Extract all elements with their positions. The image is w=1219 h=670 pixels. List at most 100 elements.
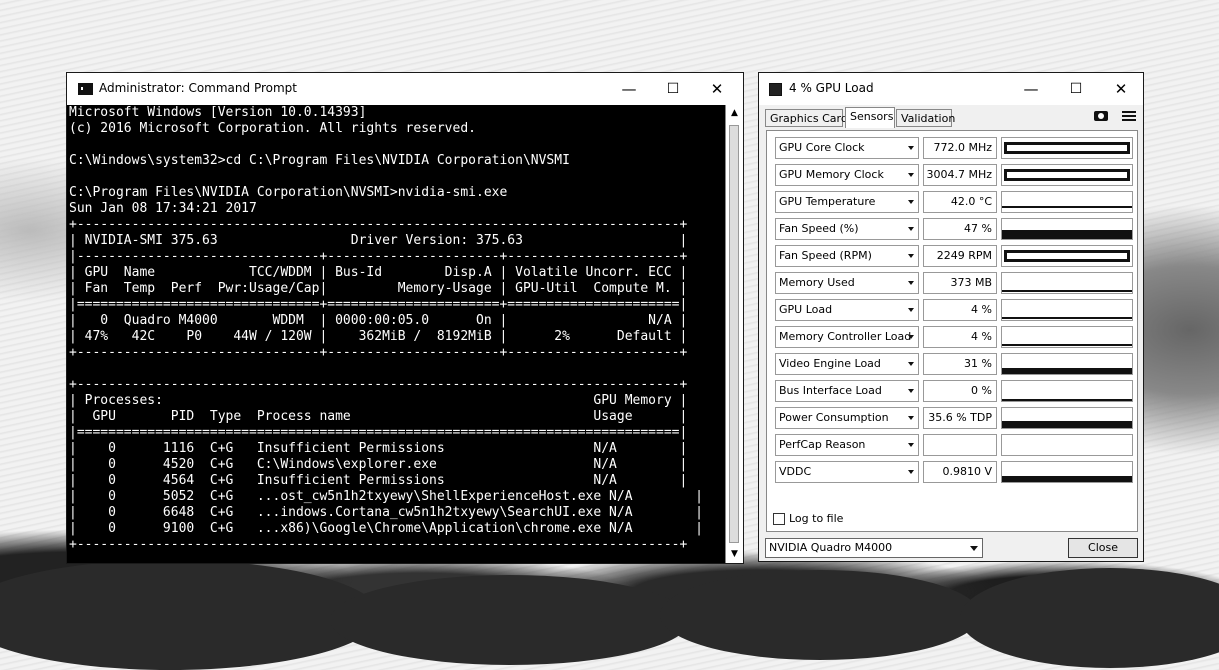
sensor-graph-fill xyxy=(1002,206,1132,208)
chevron-down-icon xyxy=(908,308,914,312)
sensor-name-label: Fan Speed (RPM) xyxy=(779,249,872,262)
sensor-row: GPU Core Clock 772.0 MHz xyxy=(775,137,1133,160)
console-line: | 0 Quadro M4000 WDDM | 0000:00:05.0 On … xyxy=(69,313,688,328)
sensor-graph-fill xyxy=(1002,399,1132,401)
camera-icon[interactable] xyxy=(1094,111,1108,121)
chevron-down-icon xyxy=(908,362,914,366)
sensor-graph xyxy=(1001,407,1133,429)
menu-icon[interactable] xyxy=(1122,109,1136,123)
sensor-value: 42.0 °C xyxy=(923,191,997,213)
sensor-name-label: Video Engine Load xyxy=(779,357,881,370)
scroll-down-icon[interactable]: ▼ xyxy=(726,546,743,563)
sensor-name-dropdown[interactable]: GPU Memory Clock xyxy=(775,164,919,186)
sensor-graph xyxy=(1001,326,1133,348)
sensor-name-label: GPU Load xyxy=(779,303,833,316)
sensor-graph xyxy=(1001,245,1133,267)
sensor-name-dropdown[interactable]: GPU Load xyxy=(775,299,919,321)
console-output[interactable]: Microsoft Windows [Version 10.0.14393] (c… xyxy=(67,105,727,563)
sensor-value: 4 % xyxy=(923,326,997,348)
tab-graphics-card[interactable]: Graphics Card xyxy=(765,109,848,127)
close-button[interactable]: ✕ xyxy=(695,77,739,101)
console-line: +-------------------------------+-------… xyxy=(69,345,688,360)
sensor-graph-fill xyxy=(1002,344,1132,346)
sensor-name-label: GPU Temperature xyxy=(779,195,876,208)
sensor-value: 0 % xyxy=(923,380,997,402)
sensor-graph xyxy=(1001,137,1133,159)
sensor-name-dropdown[interactable]: Fan Speed (RPM) xyxy=(775,245,919,267)
sensor-value: 4 % xyxy=(923,299,997,321)
maximize-button[interactable]: ☐ xyxy=(1054,77,1098,101)
sensor-value: 47 % xyxy=(923,218,997,240)
tab-validation[interactable]: Validation xyxy=(896,109,955,127)
sensor-name-dropdown[interactable]: GPU Core Clock xyxy=(775,137,919,159)
sensor-graph-fill xyxy=(1002,476,1132,482)
command-prompt-window[interactable]: Administrator: Command Prompt — ☐ ✕ Micr… xyxy=(66,72,744,564)
sensor-graph-fill xyxy=(1002,421,1132,428)
chevron-down-icon xyxy=(908,281,914,285)
sensor-name-label: Power Consumption xyxy=(779,411,889,424)
gpuz-title-bar[interactable]: 4 % GPU Load — ☐ ✕ xyxy=(759,73,1143,105)
close-dialog-button[interactable]: Close xyxy=(1068,538,1138,558)
vertical-scrollbar[interactable]: ▲ ▼ xyxy=(725,105,743,563)
sensor-name-dropdown[interactable]: GPU Temperature xyxy=(775,191,919,213)
console-line: C:\Program Files\NVIDIA Corporation\NVSM… xyxy=(69,185,508,200)
sensor-name-label: GPU Core Clock xyxy=(779,141,865,154)
log-to-file-checkbox[interactable] xyxy=(773,513,785,525)
chevron-down-icon xyxy=(908,200,914,204)
sensor-value: 3004.7 MHz xyxy=(923,164,997,186)
chevron-down-icon xyxy=(908,389,914,393)
close-button[interactable]: ✕ xyxy=(1099,77,1143,101)
gpu-select-dropdown[interactable]: NVIDIA Quadro M4000 xyxy=(765,538,983,558)
sensor-value: 0.9810 V xyxy=(923,461,997,483)
sensor-graph-fill xyxy=(1004,142,1130,154)
chevron-down-icon xyxy=(908,173,914,177)
sensor-graph-fill xyxy=(1002,368,1132,374)
console-line: | 0 1116 C+G Insufficient Permissions N/… xyxy=(69,441,688,456)
scroll-thumb[interactable] xyxy=(729,125,739,543)
sensor-value: 31 % xyxy=(923,353,997,375)
gpuz-window[interactable]: 4 % GPU Load — ☐ ✕ Graphics Card Sensors… xyxy=(758,72,1144,562)
sensor-graph xyxy=(1001,299,1133,321)
console-line: +---------------------------------------… xyxy=(69,377,688,392)
cmd-title-bar[interactable]: Administrator: Command Prompt — ☐ ✕ xyxy=(67,73,743,105)
console-line: | 0 5052 C+G ...ost_cw5n1h2txyewy\ShellE… xyxy=(69,489,703,504)
minimize-button[interactable]: — xyxy=(1009,77,1053,101)
log-to-file-label: Log to file xyxy=(789,512,844,525)
sensor-name-dropdown[interactable]: Memory Used xyxy=(775,272,919,294)
sensor-name-dropdown[interactable]: PerfCap Reason xyxy=(775,434,919,456)
console-line: | 0 4564 C+G Insufficient Permissions N/… xyxy=(69,473,688,488)
minimize-button[interactable]: — xyxy=(607,77,651,101)
sensor-graph-fill xyxy=(1002,317,1132,319)
cmd-window-title: Administrator: Command Prompt xyxy=(99,81,297,95)
sensor-name-dropdown[interactable]: Memory Controller Load xyxy=(775,326,919,348)
scroll-up-icon[interactable]: ▲ xyxy=(726,105,743,122)
sensor-graph-fill xyxy=(1004,169,1130,181)
sensor-name-dropdown[interactable]: VDDC xyxy=(775,461,919,483)
sensor-name-dropdown[interactable]: Power Consumption xyxy=(775,407,919,429)
gpuz-app-icon xyxy=(769,83,782,96)
sensor-graph xyxy=(1001,272,1133,294)
background-shape xyxy=(660,570,980,660)
sensor-name-label: GPU Memory Clock xyxy=(779,168,884,181)
console-line: Microsoft Windows [Version 10.0.14393] xyxy=(69,105,367,120)
chevron-down-icon xyxy=(908,254,914,258)
console-line: C:\Windows\system32>cd C:\Program Files\… xyxy=(69,153,570,168)
maximize-button[interactable]: ☐ xyxy=(651,77,695,101)
sensor-value xyxy=(923,434,997,456)
sensor-name-dropdown[interactable]: Bus Interface Load xyxy=(775,380,919,402)
console-line: | 0 6648 C+G ...indows.Cortana_cw5n1h2tx… xyxy=(69,505,703,520)
tab-sensors[interactable]: Sensors xyxy=(845,107,895,128)
sensor-name-dropdown[interactable]: Fan Speed (%) xyxy=(775,218,919,240)
sensor-value: 373 MB xyxy=(923,272,997,294)
console-line: | GPU PID Type Process name Usage | xyxy=(69,409,688,424)
background-shape xyxy=(960,568,1219,668)
sensor-row: VDDC 0.9810 V xyxy=(775,461,1133,484)
sensor-row: Fan Speed (%) 47 % xyxy=(775,218,1133,241)
sensor-name-label: Fan Speed (%) xyxy=(779,222,859,235)
background-shape xyxy=(330,575,690,665)
sensor-name-dropdown[interactable]: Video Engine Load xyxy=(775,353,919,375)
sensor-graph-fill xyxy=(1002,230,1132,239)
sensor-graph xyxy=(1001,191,1133,213)
console-line: | Processes: GPU Memory | xyxy=(69,393,688,408)
sensor-graph-fill xyxy=(1002,290,1132,292)
